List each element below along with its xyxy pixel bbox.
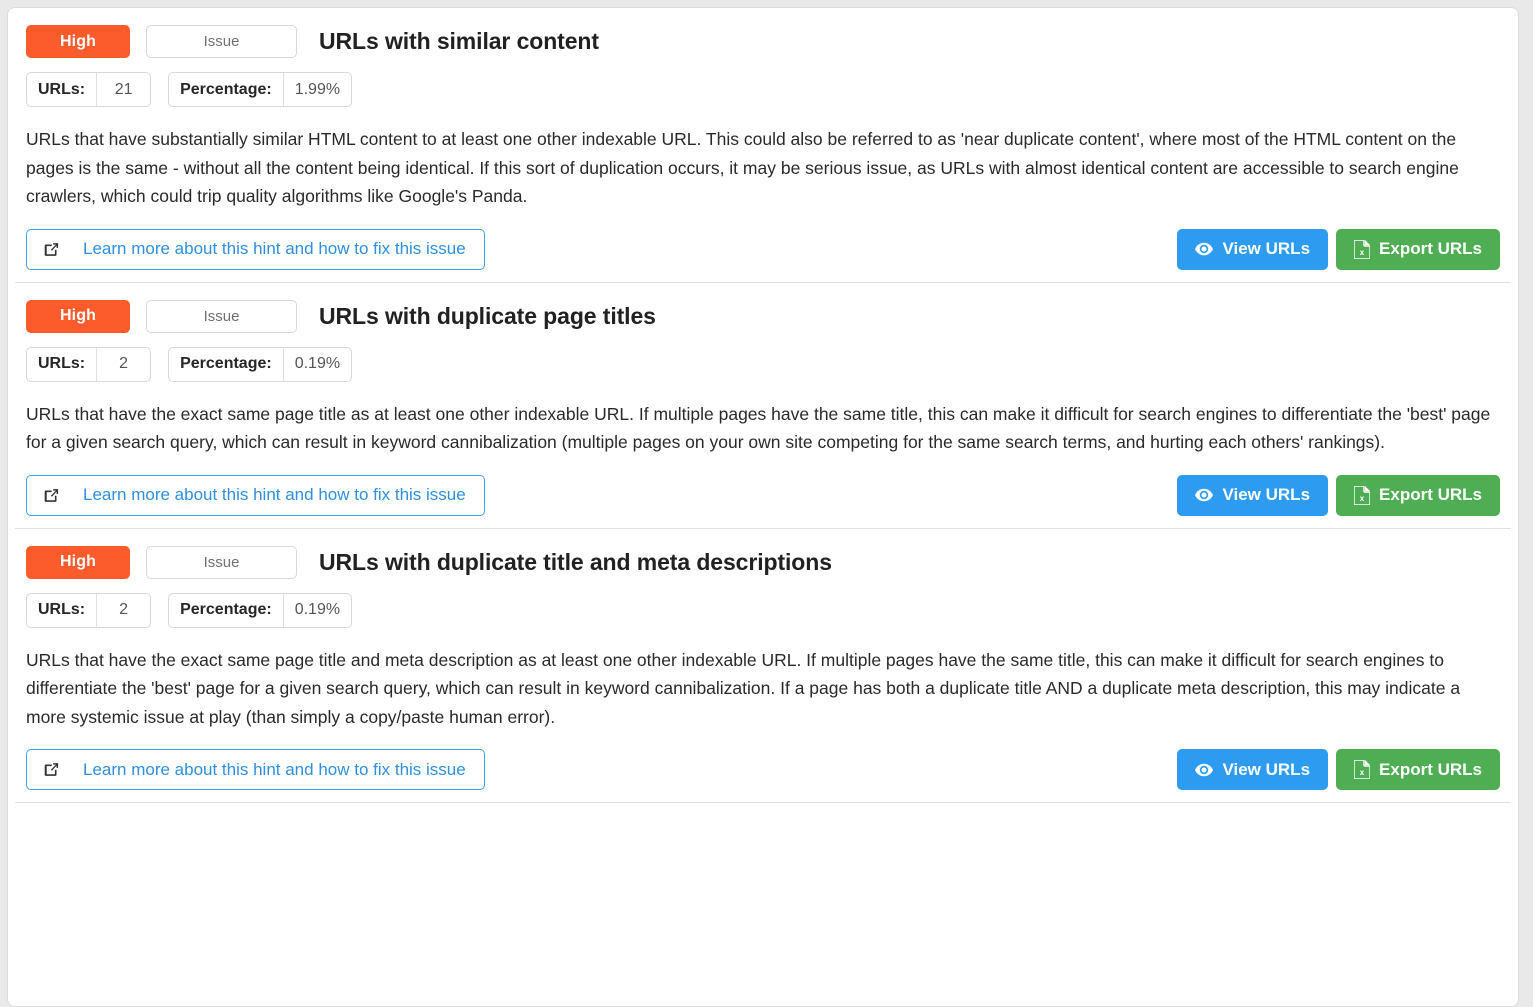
file-excel-icon: x xyxy=(1354,485,1371,505)
export-urls-button[interactable]: x Export URLs xyxy=(1336,749,1500,791)
view-urls-label: View URLs xyxy=(1222,759,1311,779)
hint-block: High Issue URLs with duplicate title and… xyxy=(8,529,1518,795)
hint-description: URLs that have the exact same page title… xyxy=(26,649,1461,727)
export-urls-label: Export URLs xyxy=(1379,485,1482,505)
svg-text:x: x xyxy=(1360,768,1365,777)
metric-urls-value: 2 xyxy=(96,347,150,381)
hint-metrics: URLs: 21 Percentage: 1.99% xyxy=(26,72,1500,107)
eye-icon xyxy=(1195,242,1214,256)
metric-percentage-label: Percentage: xyxy=(180,80,272,98)
metric-percentage: Percentage: 0.19% xyxy=(168,346,353,382)
hint-title: URLs with similar content xyxy=(319,28,599,54)
severity-badge[interactable]: High xyxy=(26,299,130,333)
metric-urls: URLs: 2 xyxy=(26,592,152,628)
view-urls-label: View URLs xyxy=(1222,239,1311,259)
learn-more-label: Learn more about this hint and how to fi… xyxy=(83,759,466,779)
metric-percentage-value: 1.99% xyxy=(282,73,351,106)
export-urls-label: Export URLs xyxy=(1379,239,1482,259)
external-link-icon xyxy=(43,487,60,504)
metric-urls: URLs: 21 xyxy=(26,72,152,107)
hint-action-buttons: View URLs x Export URLs xyxy=(1177,474,1500,516)
hint-actions: Learn more about this hint and how to fi… xyxy=(26,228,1500,274)
metric-percentage: Percentage: 1.99% xyxy=(168,72,353,107)
learn-more-button[interactable]: Learn more about this hint and how to fi… xyxy=(26,474,485,516)
hint-block: High Issue URLs with similar content URL… xyxy=(8,8,1518,274)
file-excel-icon: x xyxy=(1354,760,1371,780)
learn-more-label: Learn more about this hint and how to fi… xyxy=(83,485,466,505)
metric-urls: URLs: 2 xyxy=(26,346,152,382)
hint-metrics: URLs: 2 Percentage: 0.19% xyxy=(26,592,1500,628)
metric-urls-label: URLs: xyxy=(38,355,86,373)
view-urls-button[interactable]: View URLs xyxy=(1177,228,1329,270)
hint-header: High Issue URLs with similar content xyxy=(26,8,1500,58)
eye-icon xyxy=(1195,488,1214,502)
metric-urls-value: 2 xyxy=(96,593,150,627)
hint-description: URLs that have the exact same page title… xyxy=(26,403,1491,453)
metric-urls-label: URLs: xyxy=(38,601,86,619)
file-excel-icon: x xyxy=(1354,239,1371,259)
metric-percentage-label: Percentage: xyxy=(180,601,272,619)
view-urls-button[interactable]: View URLs xyxy=(1177,749,1329,791)
hint-header: High Issue URLs with duplicate title and… xyxy=(26,529,1500,579)
hint-title: URLs with duplicate title and meta descr… xyxy=(319,548,832,575)
export-urls-label: Export URLs xyxy=(1379,759,1482,779)
severity-badge[interactable]: High xyxy=(26,25,130,58)
metric-urls-label: URLs: xyxy=(38,80,86,98)
learn-more-label: Learn more about this hint and how to fi… xyxy=(83,239,466,259)
svg-text:x: x xyxy=(1360,494,1365,503)
export-urls-button[interactable]: x Export URLs xyxy=(1336,228,1500,270)
hint-title: URLs with duplicate page titles xyxy=(319,302,656,329)
export-urls-button[interactable]: x Export URLs xyxy=(1336,474,1500,516)
svg-text:x: x xyxy=(1360,248,1365,257)
view-urls-button[interactable]: View URLs xyxy=(1177,474,1329,516)
view-urls-label: View URLs xyxy=(1222,485,1311,505)
metric-percentage-label: Percentage: xyxy=(180,355,272,373)
hint-actions: Learn more about this hint and how to fi… xyxy=(26,749,1500,794)
external-link-icon xyxy=(43,241,60,258)
external-link-icon xyxy=(43,761,60,778)
hint-type-badge[interactable]: Issue xyxy=(146,299,297,333)
eye-icon xyxy=(1195,763,1214,777)
hint-header: High Issue URLs with duplicate page titl… xyxy=(26,283,1500,333)
hint-block: High Issue URLs with duplicate page titl… xyxy=(8,283,1518,520)
metric-urls-value: 21 xyxy=(96,73,150,106)
hint-actions: Learn more about this hint and how to fi… xyxy=(26,474,1500,520)
hint-metrics: URLs: 2 Percentage: 0.19% xyxy=(26,346,1500,382)
hint-type-badge[interactable]: Issue xyxy=(146,545,297,579)
hint-type-badge[interactable]: Issue xyxy=(146,25,297,58)
metric-percentage-value: 0.19% xyxy=(282,593,351,627)
metric-percentage: Percentage: 0.19% xyxy=(168,592,353,628)
learn-more-button[interactable]: Learn more about this hint and how to fi… xyxy=(26,228,485,270)
hint-action-buttons: View URLs x Export URLs xyxy=(1177,749,1500,791)
hint-description: URLs that have substantially similar HTM… xyxy=(26,129,1459,207)
learn-more-button[interactable]: Learn more about this hint and how to fi… xyxy=(26,749,485,791)
hint-action-buttons: View URLs x Export URLs xyxy=(1177,228,1500,270)
metric-percentage-value: 0.19% xyxy=(282,347,351,381)
hints-card: High Issue URLs with similar content URL… xyxy=(7,7,1519,1007)
hint-divider xyxy=(15,802,1511,804)
severity-badge[interactable]: High xyxy=(26,545,130,579)
